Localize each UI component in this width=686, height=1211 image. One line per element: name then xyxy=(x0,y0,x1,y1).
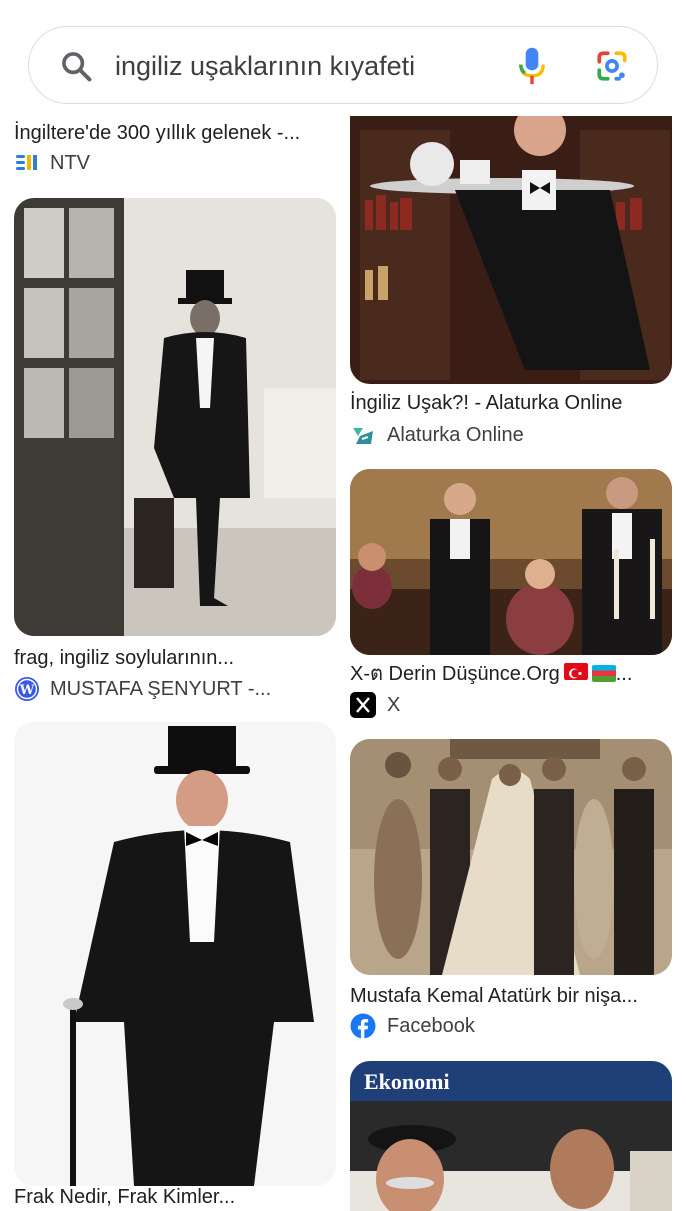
result-image-tailcoat-photo[interactable] xyxy=(14,198,336,636)
wordpress-icon: W xyxy=(15,677,39,701)
result-title[interactable]: Mustafa Kemal Atatürk bir nişa... xyxy=(350,983,676,1009)
result-image-ekonomi[interactable]: Ekonomi xyxy=(350,1061,672,1211)
result-image-dinner-servants[interactable] xyxy=(350,469,672,655)
result-source: Facebook xyxy=(387,1015,475,1037)
ntv-logo-icon xyxy=(16,155,37,170)
result-title[interactable]: İngiliz Uşak?! - Alaturka Online xyxy=(350,390,676,416)
result-source: NTV xyxy=(50,152,90,174)
search-icon[interactable] xyxy=(59,49,93,83)
google-lens-icon[interactable] xyxy=(595,49,629,83)
result-image-tailcoat-costume[interactable] xyxy=(14,722,336,1186)
result-source: X xyxy=(387,694,401,716)
microphone-icon[interactable] xyxy=(515,45,549,87)
facebook-icon xyxy=(350,1013,376,1039)
result-source: Alaturka Online xyxy=(387,424,524,446)
ekonomi-logo-text: Ekonomi xyxy=(364,1069,450,1094)
result-title[interactable]: X-ต Derin Düşünce.Org... xyxy=(350,661,676,687)
result-image-butler-tray[interactable] xyxy=(350,90,672,384)
result-image-wedding-photo[interactable] xyxy=(350,739,672,975)
svg-text:W: W xyxy=(19,683,35,698)
search-input[interactable]: ingiliz uşaklarının kıyafeti xyxy=(115,49,415,83)
result-title[interactable]: Frak Nedir, Frak Kimler... xyxy=(14,1184,336,1210)
search-header: ingiliz uşaklarının kıyafeti xyxy=(0,0,686,116)
result-title[interactable]: frag, ingiliz soylularının... xyxy=(14,645,336,671)
result-title[interactable]: İngiltere'de 300 yıllık gelenek -... xyxy=(14,120,334,146)
x-logo-icon xyxy=(350,692,376,718)
turkey-flag-icon xyxy=(563,663,588,680)
azerbaijan-flag-icon xyxy=(591,665,616,682)
alaturka-logo-icon xyxy=(353,428,373,444)
search-bar[interactable]: ingiliz uşaklarının kıyafeti xyxy=(28,26,658,104)
result-source: MUSTAFA ŞENYURT -... xyxy=(50,678,272,700)
